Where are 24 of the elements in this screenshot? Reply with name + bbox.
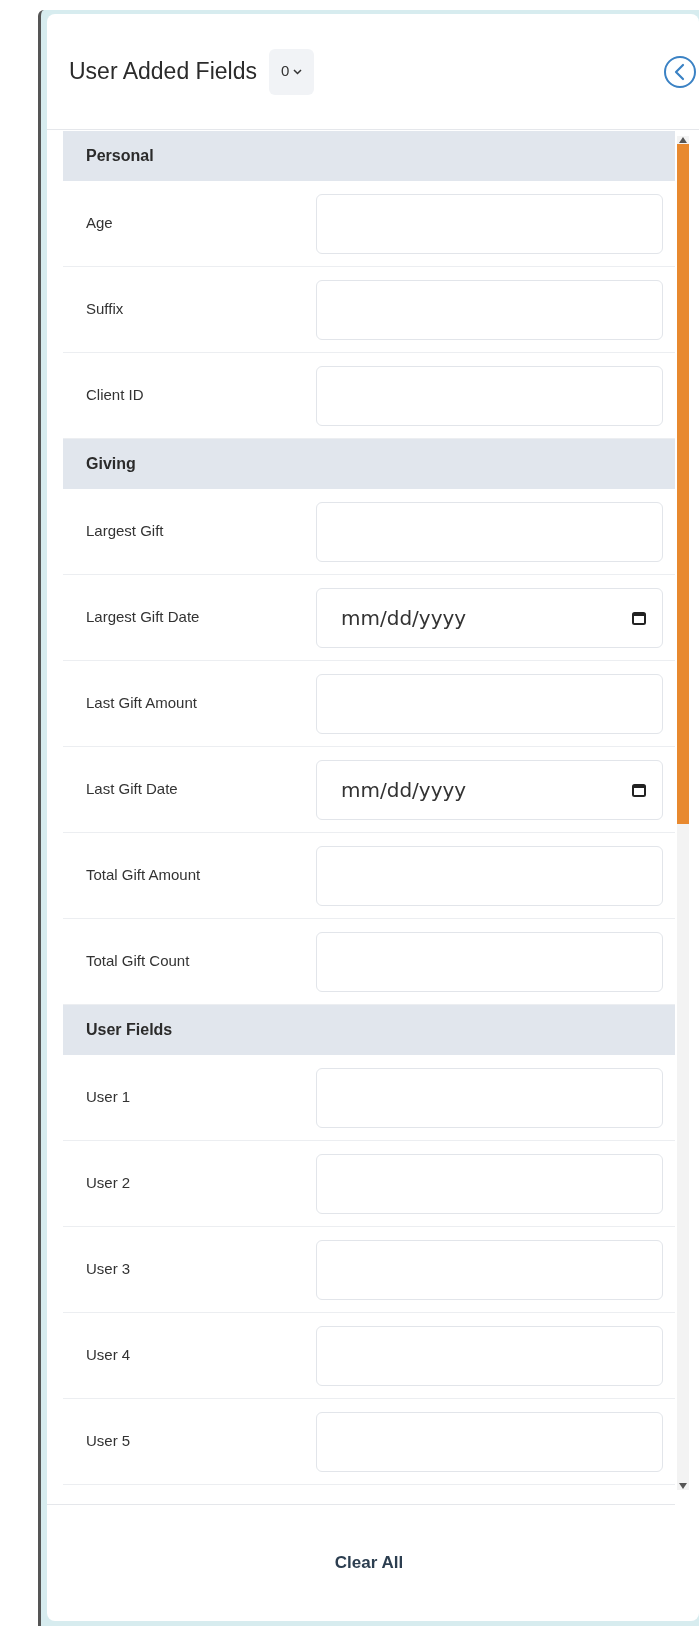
field-label: Largest Gift — [85, 521, 165, 542]
field-label: Client ID — [85, 385, 145, 406]
field-label: User 3 — [85, 1259, 132, 1280]
date-placeholder: mm/dd/yyyy — [341, 774, 541, 805]
field-label: Last Gift Date — [85, 779, 179, 800]
field-label: User 4 — [85, 1345, 132, 1366]
clear-all-button[interactable]: Clear All — [318, 1542, 420, 1584]
field-label: Last Gift Amount — [85, 693, 198, 714]
field-label: Age — [85, 213, 114, 234]
date-field[interactable]: mm/dd/yyyy — [316, 587, 663, 648]
section-header: User Fields — [63, 1005, 675, 1055]
date-placeholder: mm/dd/yyyy — [341, 602, 541, 633]
field-label: Total Gift Count — [85, 951, 191, 972]
field-label: User 5 — [85, 1431, 132, 1452]
field-label: User 1 — [85, 1087, 132, 1108]
section-header: Personal — [63, 131, 675, 181]
count-dropdown[interactable]: 0 — [268, 48, 315, 95]
section-header: Giving — [63, 439, 675, 489]
field-label: User 2 — [85, 1173, 132, 1194]
field-label: Suffix — [85, 299, 125, 320]
field-label: Total Gift Amount — [85, 865, 202, 886]
panel-title: User Added Fields — [69, 57, 257, 87]
date-field[interactable]: mm/dd/yyyy — [316, 759, 663, 820]
field-label: Largest Gift Date — [85, 607, 201, 628]
